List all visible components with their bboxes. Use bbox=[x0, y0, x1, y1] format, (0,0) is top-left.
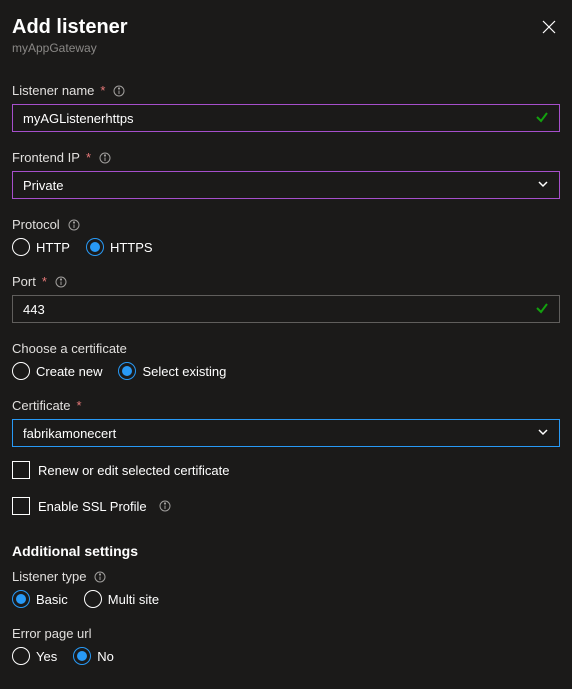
chevron-down-icon bbox=[537, 426, 549, 441]
listener-type-radio-group: Basic Multi site bbox=[12, 590, 560, 608]
protocol-http-label: HTTP bbox=[36, 240, 70, 255]
radio-icon bbox=[12, 238, 30, 256]
info-icon[interactable] bbox=[99, 152, 111, 164]
listener-type-label-text: Listener type bbox=[12, 569, 86, 584]
field-cert-choice: Choose a certificate Create new Select e… bbox=[12, 341, 560, 380]
protocol-label: Protocol bbox=[12, 217, 560, 232]
check-icon bbox=[535, 110, 549, 127]
listener-type-basic-option[interactable]: Basic bbox=[12, 590, 68, 608]
required-asterisk: * bbox=[100, 83, 105, 98]
cert-create-label: Create new bbox=[36, 364, 102, 379]
error-page-no-label: No bbox=[97, 649, 114, 664]
certificate-label-text: Certificate bbox=[12, 398, 71, 413]
error-page-radio-group: Yes No bbox=[12, 647, 560, 665]
listener-name-label: Listener name * bbox=[12, 83, 560, 98]
protocol-radio-group: HTTP HTTPS bbox=[12, 238, 560, 256]
certificate-select[interactable]: fabrikamonecert bbox=[12, 419, 560, 447]
info-icon[interactable] bbox=[159, 500, 171, 512]
page-subtitle: myAppGateway bbox=[12, 41, 128, 55]
renew-cert-label: Renew or edit selected certificate bbox=[38, 463, 229, 478]
frontend-ip-select[interactable]: Private bbox=[12, 171, 560, 199]
radio-icon bbox=[73, 647, 91, 665]
field-port: Port * 443 bbox=[12, 274, 560, 323]
error-page-no-option[interactable]: No bbox=[73, 647, 114, 665]
listener-type-multi-label: Multi site bbox=[108, 592, 159, 607]
frontend-ip-label-text: Frontend IP bbox=[12, 150, 80, 165]
cert-choice-label: Choose a certificate bbox=[12, 341, 560, 356]
radio-icon bbox=[86, 238, 104, 256]
listener-name-input[interactable]: myAGListenerhttps bbox=[12, 104, 560, 132]
info-icon[interactable] bbox=[55, 276, 67, 288]
certificate-value: fabrikamonecert bbox=[23, 426, 116, 441]
cert-existing-label: Select existing bbox=[142, 364, 226, 379]
required-asterisk: * bbox=[77, 398, 82, 413]
frontend-ip-label: Frontend IP * bbox=[12, 150, 560, 165]
checkbox-icon bbox=[12, 497, 30, 515]
certificate-label: Certificate * bbox=[12, 398, 560, 413]
enable-ssl-row[interactable]: Enable SSL Profile bbox=[12, 497, 560, 515]
chevron-down-icon bbox=[537, 178, 549, 193]
listener-type-multi-option[interactable]: Multi site bbox=[84, 590, 159, 608]
listener-type-label: Listener type bbox=[12, 569, 560, 584]
close-icon bbox=[542, 22, 556, 37]
required-asterisk: * bbox=[42, 274, 47, 289]
close-button[interactable] bbox=[538, 16, 560, 41]
field-certificate: Certificate * fabrikamonecert Renew or e… bbox=[12, 398, 560, 515]
listener-name-label-text: Listener name bbox=[12, 83, 94, 98]
radio-icon bbox=[12, 647, 30, 665]
field-error-page: Error page url Yes No bbox=[12, 626, 560, 665]
field-listener-type: Listener type Basic Multi site bbox=[12, 569, 560, 608]
info-icon[interactable] bbox=[94, 571, 106, 583]
title-block: Add listener myAppGateway bbox=[12, 16, 128, 55]
frontend-ip-value: Private bbox=[23, 178, 63, 193]
listener-name-value: myAGListenerhttps bbox=[23, 111, 134, 126]
listener-type-basic-label: Basic bbox=[36, 592, 68, 607]
page-title: Add listener bbox=[12, 16, 128, 39]
required-asterisk: * bbox=[86, 150, 91, 165]
port-label-text: Port bbox=[12, 274, 36, 289]
error-page-label: Error page url bbox=[12, 626, 560, 641]
port-input[interactable]: 443 bbox=[12, 295, 560, 323]
check-icon bbox=[535, 301, 549, 318]
renew-cert-row[interactable]: Renew or edit selected certificate bbox=[12, 461, 560, 479]
port-value: 443 bbox=[23, 302, 45, 317]
enable-ssl-label: Enable SSL Profile bbox=[38, 499, 147, 514]
radio-icon bbox=[12, 590, 30, 608]
cert-create-option[interactable]: Create new bbox=[12, 362, 102, 380]
error-page-yes-label: Yes bbox=[36, 649, 57, 664]
additional-settings-heading: Additional settings bbox=[12, 543, 560, 559]
cert-existing-option[interactable]: Select existing bbox=[118, 362, 226, 380]
port-label: Port * bbox=[12, 274, 560, 289]
protocol-https-option[interactable]: HTTPS bbox=[86, 238, 153, 256]
protocol-http-option[interactable]: HTTP bbox=[12, 238, 70, 256]
protocol-https-label: HTTPS bbox=[110, 240, 153, 255]
field-frontend-ip: Frontend IP * Private bbox=[12, 150, 560, 199]
radio-icon bbox=[118, 362, 136, 380]
protocol-label-text: Protocol bbox=[12, 217, 60, 232]
cert-choice-radio-group: Create new Select existing bbox=[12, 362, 560, 380]
panel-header: Add listener myAppGateway bbox=[12, 16, 560, 55]
radio-icon bbox=[84, 590, 102, 608]
info-icon[interactable] bbox=[68, 219, 80, 231]
field-listener-name: Listener name * myAGListenerhttps bbox=[12, 83, 560, 132]
radio-icon bbox=[12, 362, 30, 380]
info-icon[interactable] bbox=[113, 85, 125, 97]
error-page-yes-option[interactable]: Yes bbox=[12, 647, 57, 665]
field-protocol: Protocol HTTP HTTPS bbox=[12, 217, 560, 256]
checkbox-icon bbox=[12, 461, 30, 479]
